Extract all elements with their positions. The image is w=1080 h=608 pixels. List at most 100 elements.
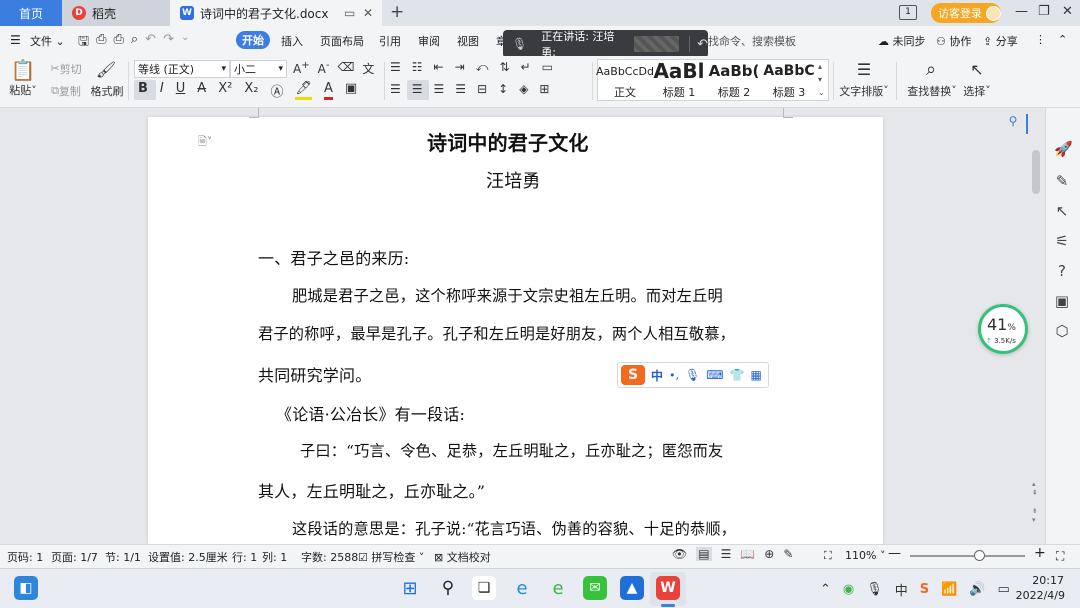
zoom-slider-thumb[interactable] <box>974 550 985 561</box>
menu-review[interactable]: 审阅 <box>418 33 440 49</box>
reading-view-icon[interactable]: 📖 <box>740 547 755 561</box>
style-gallery-scroll-icon[interactable]: ▴ ▾ ⌄ <box>818 60 825 99</box>
close-tab-icon[interactable]: ✕ <box>363 6 373 20</box>
clear-format-icon[interactable]: ⌫ <box>337 60 354 77</box>
command-search[interactable]: 找命令、搜索模板 <box>708 33 796 49</box>
numbered-list-icon[interactable]: ☷ <box>412 60 423 75</box>
file-menu[interactable]: 文件 ⌄ <box>30 33 65 49</box>
char-border-icon[interactable]: ▣ <box>345 81 357 100</box>
settings-icon[interactable]: ⬡ <box>1054 322 1070 340</box>
guest-login-button[interactable]: 访客登录 <box>931 3 1001 23</box>
location-pin-icon[interactable]: ⚲ <box>1000 114 1028 134</box>
task-view-icon[interactable]: ❏ <box>472 576 496 600</box>
style-heading2[interactable]: AaBb( 标题 2 <box>707 60 761 100</box>
underline-icon[interactable]: U <box>176 81 186 100</box>
sogou-logo-icon[interactable]: S <box>621 365 645 385</box>
chinese-layout-icon[interactable]: ⤺ <box>476 60 489 75</box>
tab-home[interactable]: 首页 <box>0 0 62 26</box>
line-spacing-icon[interactable]: ↕ <box>498 82 508 96</box>
save-icon[interactable]: 🖫 <box>78 32 89 54</box>
text-layout-button[interactable]: 文字排版 ˅ <box>838 83 890 98</box>
pen-icon[interactable]: ✎ <box>1054 172 1070 190</box>
print-preview-icon[interactable]: ⌕ <box>131 32 138 54</box>
rocket-icon[interactable]: 🚀 <box>1054 140 1073 158</box>
windows-start-icon[interactable]: ⊞ <box>398 576 422 600</box>
proofread-button[interactable]: ⊠ 文档校对 <box>434 549 491 565</box>
copy-button[interactable]: ⧉ 复制 <box>44 83 88 98</box>
web-view-icon[interactable]: ⊕ <box>764 547 774 561</box>
scrollbar-thumb[interactable] <box>1032 150 1040 194</box>
ruler-icon[interactable]: ▭ <box>542 60 553 75</box>
highlight-icon[interactable]: 🖊 <box>295 81 312 100</box>
window-count-badge[interactable]: 1 <box>899 5 917 20</box>
zoom-out-icon[interactable]: — <box>888 546 901 561</box>
menu-view[interactable]: 视图 <box>457 33 479 49</box>
select-button[interactable]: 选择 ˅ <box>960 83 994 98</box>
ime-skin-icon[interactable]: 👕 <box>730 368 745 382</box>
strikethrough-icon[interactable]: A <box>197 81 206 100</box>
font-name-select[interactable]: 等线 (正文) ▾ <box>134 60 230 78</box>
font-color-icon[interactable]: A <box>323 81 333 100</box>
collapse-ribbon-icon[interactable]: ⌃ <box>1058 33 1067 46</box>
more-options-icon[interactable]: ⋮ <box>1035 33 1046 46</box>
tray-ime-icon[interactable]: 中 <box>895 580 908 599</box>
share-button[interactable]: ⇪ 分享 <box>983 33 1018 49</box>
redo-icon[interactable]: ↷ <box>163 32 174 54</box>
style-heading3[interactable]: AaBbC 标题 3 <box>762 60 816 100</box>
tab-document[interactable]: W 诗词中的君子文化.docx ▭ ✕ <box>170 0 382 26</box>
tray-sogou-icon[interactable]: S <box>920 582 929 597</box>
help-icon[interactable]: ? <box>1054 262 1070 280</box>
edge-browser-icon[interactable]: e <box>510 576 534 600</box>
menu-start[interactable]: 开始 <box>236 31 270 49</box>
find-replace-button[interactable]: 查找替换 ˅ <box>903 83 961 98</box>
network-speed-widget[interactable]: 41% ↑ 3.5K/s <box>978 304 1028 354</box>
indent-icon[interactable]: ⇥ <box>455 60 465 75</box>
ime-toolbar[interactable]: S 中 •, 🎙 ⌨ 👕 ▦ <box>617 362 769 388</box>
wechat-icon[interactable]: ✉ <box>583 576 607 600</box>
taskbar-time[interactable]: 20:17 <box>1024 574 1064 587</box>
grow-font-icon[interactable]: A+ <box>293 60 310 77</box>
write-mode-icon[interactable]: ✎ <box>783 547 793 561</box>
ime-language-label[interactable]: 中 <box>651 367 663 384</box>
distribute-icon[interactable]: ⊟ <box>477 82 487 96</box>
status-page-number[interactable]: 页码: 1 <box>7 549 43 565</box>
format-painter-button[interactable]: 格式刷 <box>88 83 126 98</box>
tray-360-icon[interactable]: ◉ <box>843 582 854 597</box>
align-left-icon[interactable]: ☰ <box>390 82 401 96</box>
minimize-icon[interactable]: — <box>1015 4 1028 19</box>
ime-punctuation-label[interactable]: •, <box>669 369 679 382</box>
shading-icon[interactable]: ◈ <box>519 82 528 96</box>
close-window-icon[interactable]: ✕ <box>1062 4 1073 19</box>
style-heading1[interactable]: AaBl 标题 1 <box>652 60 706 100</box>
360-browser-icon[interactable]: e <box>546 576 570 600</box>
borders-icon[interactable]: ⊞ <box>539 82 549 96</box>
menu-layout[interactable]: 页面布局 <box>320 33 364 49</box>
sliders-icon[interactable]: ⚟ <box>1054 232 1070 250</box>
sort-icon[interactable]: ⇅ <box>499 60 509 75</box>
style-normal[interactable]: AaBbCcDd 正文 <box>596 60 654 100</box>
justify-icon[interactable]: ☰ <box>455 82 466 96</box>
ime-toolbox-icon[interactable]: ▦ <box>751 368 762 382</box>
voice-return-icon[interactable]: ↶ <box>697 37 708 52</box>
wifi-icon[interactable]: 📶 <box>941 582 957 597</box>
align-center-icon[interactable]: ☰ <box>412 82 423 96</box>
more-chevron-icon[interactable]: ⌄ <box>181 32 189 54</box>
subscript-icon[interactable]: X₂ <box>244 81 258 100</box>
fit-page-icon[interactable]: ⛶ <box>824 549 832 563</box>
zoom-select[interactable]: 110% ˅ <box>845 549 885 562</box>
italic-icon[interactable]: I <box>160 81 164 100</box>
tab-daoke[interactable]: D 稻壳 <box>62 0 170 26</box>
paste-icon[interactable]: 📋 <box>9 58 37 82</box>
paste-button[interactable]: 粘贴 ˅ <box>6 83 40 98</box>
taskbar-date[interactable]: 2022/4/9 <box>1005 589 1065 602</box>
eye-protect-icon[interactable]: 👁 <box>672 547 687 561</box>
sync-button[interactable]: ☁ 未同步 <box>878 33 926 49</box>
font-size-select[interactable]: 小二 ▾ <box>230 60 287 78</box>
restore-icon[interactable]: ❐ <box>1038 4 1050 19</box>
hamburger-icon[interactable]: ☰ <box>10 33 21 47</box>
shrink-font-icon[interactable]: A- <box>318 60 330 77</box>
fullscreen-icon[interactable]: ⛶ <box>1056 549 1064 564</box>
pin-window-icon[interactable]: ▭ <box>344 6 355 20</box>
format-painter-icon[interactable]: 🖌 <box>94 58 118 80</box>
tray-chevron-icon[interactable]: ⌃ <box>820 582 831 597</box>
